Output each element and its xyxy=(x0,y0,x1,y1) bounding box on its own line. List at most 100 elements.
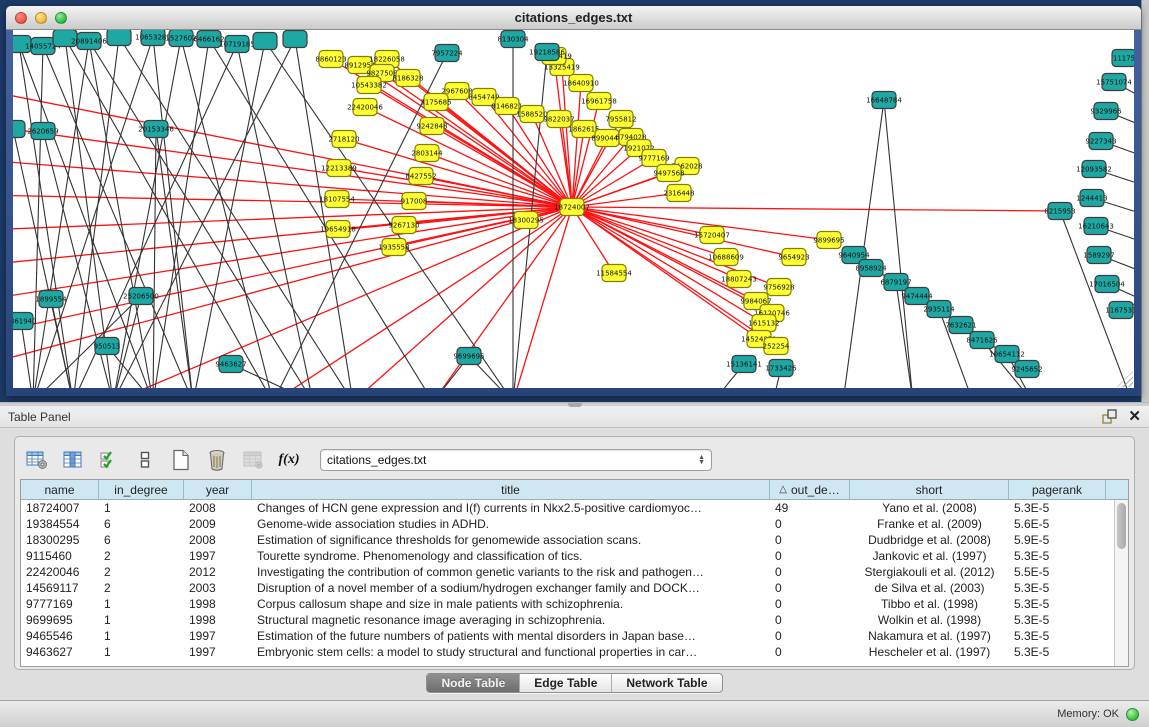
graph-node[interactable]: 1899554 xyxy=(35,291,67,308)
zoom-window-button[interactable] xyxy=(55,12,67,24)
graph-node[interactable]: 25206500 xyxy=(123,288,159,305)
network-canvas[interactable]: 1872400788601238912954182260589827508818… xyxy=(13,30,1134,388)
float-panel-icon[interactable] xyxy=(1102,409,1118,424)
graph-node[interactable]: 1244413 xyxy=(1076,190,1107,207)
graph-node[interactable]: 9227343 xyxy=(1085,133,1116,150)
graph-node[interactable]: 16210643 xyxy=(1078,218,1114,235)
tab-node-table[interactable]: Node Table xyxy=(427,674,519,692)
graph-node[interactable]: 1733426 xyxy=(765,360,797,377)
tab-network-table[interactable]: Network Table xyxy=(611,674,721,692)
table-select-dropdown[interactable]: citations_edges.txt ▲▼ xyxy=(320,449,712,471)
graph-node[interactable]: 8427552 xyxy=(405,168,436,185)
table-row[interactable]: 946554611997Estimation of the future num… xyxy=(21,628,1128,644)
table-row[interactable]: 969969511998Structural magnetic resonanc… xyxy=(21,612,1128,628)
graph-node[interactable]: 11584554 xyxy=(596,265,632,282)
graph-node[interactable]: 2316448 xyxy=(663,185,694,202)
graph-node[interactable]: 12213389 xyxy=(321,160,357,177)
graph-node[interactable]: 18107554 xyxy=(319,191,355,208)
graph-node[interactable]: 252254 xyxy=(763,338,790,355)
graph-node[interactable]: 2803144 xyxy=(411,145,443,162)
table-row[interactable]: 911546021997Tourette syndrome. Phenomeno… xyxy=(21,548,1128,564)
graph-node[interactable]: 11175 xyxy=(1112,50,1134,67)
panel-splitter[interactable] xyxy=(0,402,1149,406)
graph-node[interactable]: 1935558 xyxy=(378,239,409,256)
graph-node[interactable]: 9242848 xyxy=(416,118,447,135)
column-header-in_degree[interactable]: in_degree xyxy=(99,480,184,499)
column-header-out_degree[interactable]: △out_de… xyxy=(770,480,850,499)
select-all-button[interactable] xyxy=(96,447,122,473)
graph-node[interactable]: 9463627 xyxy=(215,356,246,373)
network-window-titlebar[interactable]: citations_edges.txt xyxy=(6,6,1141,30)
graph-node[interactable]: 9899695 xyxy=(813,232,844,249)
splitter-handle-icon[interactable] xyxy=(568,403,582,407)
minimize-window-button[interactable] xyxy=(35,12,47,24)
graph-node[interactable]: 1527602 xyxy=(165,30,196,47)
network-graph[interactable]: 1872400788601238912954182260589827508818… xyxy=(13,30,1134,388)
column-header-short[interactable]: short xyxy=(850,480,1009,499)
graph-node[interactable]: 7955812 xyxy=(605,111,636,128)
graph-node[interactable]: 18640910 xyxy=(563,75,599,92)
graph-node[interactable]: 8215953 xyxy=(1044,203,1075,220)
graph-node[interactable]: 19654918 xyxy=(320,221,356,238)
table-row[interactable]: 1456911722003Disruption of a novel membe… xyxy=(21,580,1128,596)
graph-node[interactable]: 1861940 xyxy=(13,313,37,330)
clear-selection-button[interactable] xyxy=(132,447,158,473)
graph-node[interactable]: 8958924 xyxy=(855,260,887,277)
table-row[interactable]: 946362711997Embryonic stem cells: a mode… xyxy=(21,644,1128,660)
graph-node[interactable]: 9654923 xyxy=(778,249,809,266)
graph-node[interactable]: 9497568 xyxy=(653,165,684,182)
graph-node[interactable]: 7957224 xyxy=(431,45,463,62)
graph-node[interactable]: 9756928 xyxy=(763,279,794,296)
graph-node[interactable]: 1615132 xyxy=(748,315,779,332)
column-header-title[interactable]: title xyxy=(252,480,770,499)
close-window-button[interactable] xyxy=(15,12,27,24)
graph-node[interactable]: 7632621 xyxy=(945,317,976,334)
graph-node[interactable]: 20153346 xyxy=(138,121,174,138)
column-header-pagerank[interactable]: pagerank xyxy=(1009,480,1106,499)
column-header-year[interactable]: year xyxy=(184,480,252,499)
graph-node[interactable]: 2935114 xyxy=(923,301,955,318)
graph-node[interactable]: 8860123 xyxy=(315,51,346,68)
graph-node[interactable]: 2718120 xyxy=(328,131,359,148)
graph-node[interactable]: 1167533 xyxy=(1105,302,1134,319)
graph-node[interactable]: 8471626 xyxy=(966,332,998,349)
graph-node[interactable] xyxy=(107,30,131,46)
graph-node[interactable]: 9267130 xyxy=(388,217,419,234)
cell-title: Tourette syndrome. Phenomenology and cla… xyxy=(252,548,770,564)
graph-node[interactable]: 8186328 xyxy=(392,70,423,87)
graph-node[interactable] xyxy=(283,31,307,48)
table-row[interactable]: 2242004622012Investigating the contribut… xyxy=(21,564,1128,580)
tab-edge-table[interactable]: Edge Table xyxy=(519,674,611,692)
table-row[interactable]: 1938455462009Genome-wide association stu… xyxy=(21,516,1128,532)
column-header-name[interactable]: name xyxy=(21,480,99,499)
graph-node[interactable]: 1589297 xyxy=(1083,247,1114,264)
graph-node[interactable]: 9245652 xyxy=(1011,361,1042,378)
graph-node[interactable]: 2620659 xyxy=(27,123,58,140)
close-panel-icon[interactable]: ✕ xyxy=(1128,409,1141,424)
graph-node[interactable]: 9699695 xyxy=(453,348,484,365)
graph-node[interactable]: 15136141 xyxy=(726,356,762,373)
table-row[interactable]: 1830029562008Estimation of significance … xyxy=(21,532,1128,548)
graph-node[interactable]: 12093582 xyxy=(1076,161,1112,178)
import-table-button[interactable] xyxy=(240,447,266,473)
vertical-scrollbar[interactable] xyxy=(1114,500,1128,666)
table-mode-button[interactable] xyxy=(24,447,50,473)
graph-node[interactable]: 9329966 xyxy=(1090,103,1122,120)
graph-node[interactable]: 3175685 xyxy=(420,94,451,111)
graph-node[interactable]: 15751074 xyxy=(1096,74,1132,91)
graph-node[interactable]: 917008 xyxy=(401,193,428,210)
graph-node[interactable]: 16961758 xyxy=(581,93,617,110)
scrollbar-thumb[interactable] xyxy=(1117,503,1126,549)
graph-node[interactable]: 950513 xyxy=(94,338,121,355)
function-builder-button[interactable]: f(x) xyxy=(276,447,302,473)
graph-node[interactable]: 8130304 xyxy=(497,31,529,48)
graph-node[interactable]: 16648784 xyxy=(866,92,902,109)
create-column-button[interactable] xyxy=(168,447,194,473)
table-row[interactable]: 977716911998Corpus callosum shape and si… xyxy=(21,596,1128,612)
delete-column-button[interactable] xyxy=(204,447,230,473)
graph-node[interactable] xyxy=(13,121,25,138)
graph-node[interactable]: 10688609 xyxy=(708,249,744,266)
table-row[interactable]: 1872400712008Changes of HCN gene express… xyxy=(21,500,1128,516)
graph-node[interactable] xyxy=(253,33,277,50)
show-columns-button[interactable] xyxy=(60,447,86,473)
